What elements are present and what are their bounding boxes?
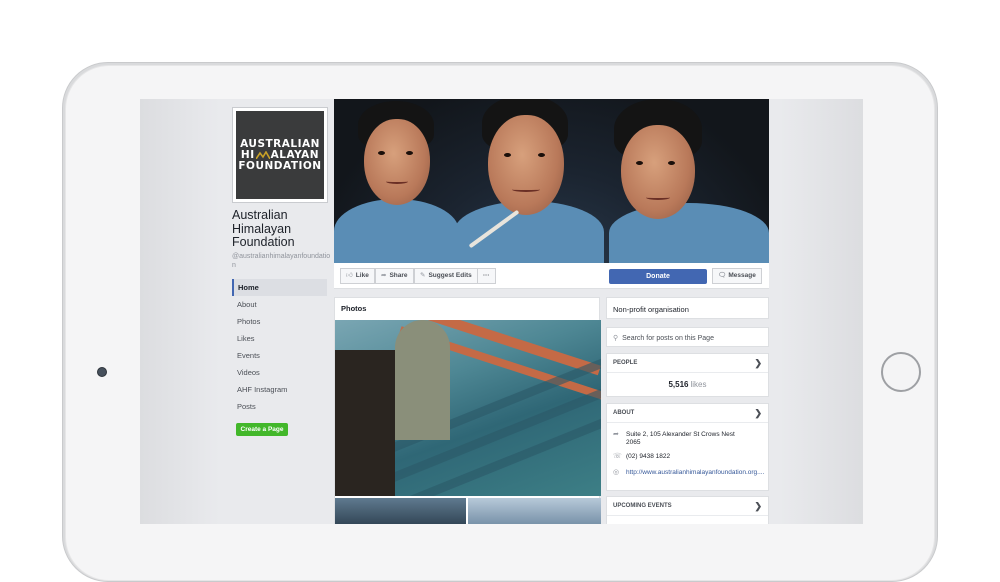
people-card: PEOPLE ❯ 5,516 likes	[606, 353, 769, 397]
mountain-icon	[255, 151, 270, 159]
cover-photo[interactable]	[334, 99, 769, 263]
photos-card-title[interactable]: Photos	[341, 304, 366, 313]
address: ➦ Suite 2, 105 Alexander St Crows Nest 2…	[613, 431, 735, 446]
globe-icon: ◎	[613, 469, 620, 476]
foundation-logo: AUSTRALIAN HI ALAYAN FOUNDATION	[236, 111, 324, 199]
page-action-bar: 👍︎ Like ➦ Share ✎ Suggest Edits ··· Donate …	[334, 263, 769, 289]
suggest-edits-button[interactable]: ✎ Suggest Edits	[414, 268, 478, 284]
create-page-button[interactable]: Create a Page	[236, 423, 288, 436]
camera-icon	[97, 367, 107, 377]
nav-item-posts[interactable]: Posts	[232, 398, 327, 415]
thumbs-up-icon: 👍︎	[346, 272, 353, 279]
phone-number[interactable]: ☏ (02) 9438 1822	[607, 453, 768, 461]
photo-main[interactable]	[335, 320, 601, 496]
pencil-icon: ✎	[420, 272, 426, 279]
page-search-input[interactable]: ⚲ Search for posts on this Page	[606, 327, 769, 347]
nav-item-likes[interactable]: Likes	[232, 330, 327, 347]
about-header[interactable]: ABOUT ❯	[607, 404, 768, 423]
home-button[interactable]	[881, 352, 921, 392]
nav-item-instagram[interactable]: AHF Instagram	[232, 381, 327, 398]
website-link[interactable]: ◎ http://www.australianhimalayanfoundati…	[607, 469, 768, 477]
nav-item-about[interactable]: About	[232, 296, 327, 313]
about-card: ABOUT ❯ ➦ Suite 2, 105 Alexander St Crow…	[606, 403, 769, 491]
page-nav: Home About Photos Likes Events Videos AH…	[232, 279, 327, 415]
page-title: Australian Himalayan Foundation	[232, 208, 295, 249]
chevron-right-icon: ❯	[754, 358, 762, 368]
nav-item-home[interactable]: Home	[232, 279, 327, 296]
nav-item-events[interactable]: Events	[232, 347, 327, 364]
message-icon: 🗨︎	[718, 272, 727, 279]
page-category: Non-profit organisation	[606, 297, 769, 319]
events-header[interactable]: UPCOMING EVENTS ❯	[607, 497, 768, 516]
nav-item-photos[interactable]: Photos	[232, 313, 327, 330]
share-button[interactable]: ➦ Share	[375, 268, 414, 284]
profile-picture[interactable]: AUSTRALIAN HI ALAYAN FOUNDATION	[232, 107, 328, 203]
photo-thumbnail[interactable]	[468, 498, 601, 524]
likes-count: 5,516 likes	[668, 380, 707, 389]
upcoming-events-card: UPCOMING EVENTS ❯	[606, 496, 769, 524]
location-arrow-icon: ➦	[613, 431, 619, 438]
facebook-page-screen: AUSTRALIAN HI ALAYAN FOUNDATION Australi…	[140, 99, 863, 524]
phone-icon: ☏	[613, 453, 622, 460]
chevron-right-icon: ❯	[754, 408, 762, 418]
share-arrow-icon: ➦	[381, 272, 387, 279]
search-icon: ⚲	[613, 335, 619, 342]
message-button[interactable]: 🗨︎ Message	[712, 268, 762, 284]
photo-thumbnail[interactable]	[335, 498, 466, 524]
donate-button[interactable]: Donate	[609, 269, 707, 284]
nav-item-videos[interactable]: Videos	[232, 364, 327, 381]
photos-card: Photos	[334, 297, 601, 524]
more-options-button[interactable]: ···	[477, 268, 496, 284]
page-handle[interactable]: @australianhimalayanfoundation	[232, 252, 332, 270]
chevron-right-icon: ❯	[754, 501, 762, 511]
people-header[interactable]: PEOPLE ❯	[607, 354, 768, 373]
like-button[interactable]: 👍︎ Like	[340, 268, 375, 284]
